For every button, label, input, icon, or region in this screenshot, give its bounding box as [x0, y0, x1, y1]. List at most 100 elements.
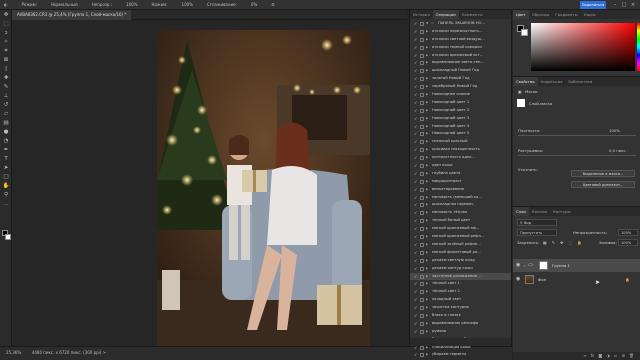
checkmark-icon[interactable]: ✓	[414, 148, 418, 152]
dialog-toggle-icon[interactable]	[420, 22, 424, 26]
chevron-right-icon[interactable]: ▶	[426, 233, 428, 241]
action-item[interactable]: ✓ ▶ золотой Новый Год	[410, 75, 511, 83]
dialog-toggle-icon[interactable]	[420, 61, 424, 66]
dialog-toggle-icon[interactable]	[420, 195, 424, 200]
action-item[interactable]: ✓ ▶ отключи темной коморки	[410, 44, 511, 52]
action-item[interactable]: ✓ ▶ Новогодний цвет 4	[410, 123, 511, 131]
action-item[interactable]: ✓ ▶ мягкий оранжевый рефл...	[410, 233, 511, 241]
checkmark-icon[interactable]: ✓	[414, 250, 418, 255]
blend-mode-select[interactable]: Пропустить	[517, 229, 557, 236]
action-item[interactable]: ✓ ▶ выравнивание рельефа	[410, 320, 511, 328]
hand-icon[interactable]: ✋	[2, 183, 10, 190]
dialog-toggle-icon[interactable]	[420, 45, 424, 50]
chevron-right-icon[interactable]: ▶	[426, 59, 428, 67]
action-item[interactable]: ✓ ▶ Новогодний цвет 3	[410, 115, 511, 123]
action-item[interactable]: ✓ ▶ матовость (меньший ко...	[410, 194, 511, 202]
dialog-toggle-icon[interactable]	[420, 329, 424, 334]
dialog-toggle-icon[interactable]	[420, 227, 424, 232]
checkmark-icon[interactable]: ✓	[414, 69, 418, 73]
eyedropper-icon[interactable]: ǀ	[2, 66, 10, 73]
checkmark-icon[interactable]: ✓	[414, 235, 418, 239]
chevron-right-icon[interactable]: ▶	[426, 217, 428, 225]
marquee-icon[interactable]: ⬚	[2, 21, 10, 28]
eraser-icon[interactable]: ▱	[2, 111, 10, 118]
document-photo[interactable]	[157, 30, 370, 346]
checkmark-icon[interactable]: ✓	[414, 274, 418, 279]
density-value[interactable]: 100%	[609, 128, 620, 133]
dialog-toggle-icon[interactable]	[420, 274, 424, 279]
action-item[interactable]: ✓ ▶ Новогоднее сияние	[410, 91, 511, 99]
action-folder[interactable]: ✓ ▼ ▭ ПАНЕЛЬ ЭКШЕНОВ НО...	[410, 20, 511, 28]
more-tools-icon[interactable]: …	[2, 201, 10, 208]
bg-color-chip[interactable]	[521, 29, 528, 36]
chevron-right-icon[interactable]: ▶	[426, 280, 428, 288]
dialog-toggle-icon[interactable]	[420, 345, 424, 350]
tab-properties[interactable]: Свойства	[513, 77, 538, 86]
checkmark-icon[interactable]: ✓	[414, 100, 418, 105]
tab-actions[interactable]: Операции	[432, 10, 459, 19]
chevron-right-icon[interactable]: ▶	[426, 52, 428, 60]
checkmark-icon[interactable]: ✓	[414, 290, 418, 294]
dialog-toggle-icon[interactable]	[420, 282, 424, 287]
move-icon[interactable]: ✥	[2, 12, 10, 19]
new-group-icon[interactable]: ▭	[614, 352, 618, 360]
add-mask-icon[interactable]: ◙	[598, 352, 602, 360]
chevron-right-icon[interactable]: ▶	[426, 178, 428, 186]
layer-filter-select[interactable]: ⚲ Вид	[517, 219, 557, 226]
chevron-right-icon[interactable]: ▶	[426, 130, 428, 138]
chevron-right-icon[interactable]: ▶	[426, 123, 428, 131]
chevron-right-icon[interactable]: ▶	[426, 91, 428, 99]
chevron-right-icon[interactable]: ▶	[426, 83, 428, 91]
chevron-right-icon[interactable]: ▶	[426, 249, 428, 257]
chevron-right-icon[interactable]: ▶	[426, 146, 428, 154]
dialog-toggle-icon[interactable]	[420, 37, 424, 42]
checkmark-icon[interactable]: ✓	[414, 195, 418, 200]
checkmark-icon[interactable]: ✓	[414, 29, 418, 34]
chevron-right-icon[interactable]: ▶	[426, 36, 428, 44]
dialog-toggle-icon[interactable]	[420, 171, 424, 176]
trash-icon[interactable]: 🗑	[629, 352, 634, 360]
action-item[interactable]: ✓ ▶ мягкий оранжевый эф...	[410, 225, 511, 233]
checkmark-icon[interactable]: ✓	[414, 219, 418, 223]
fill-input[interactable]: 100%	[618, 239, 638, 246]
dialog-toggle-icon[interactable]	[420, 235, 424, 240]
checkmark-icon[interactable]: ✓	[414, 116, 418, 121]
dialog-toggle-icon[interactable]	[420, 179, 424, 184]
dialog-toggle-icon[interactable]	[420, 140, 424, 145]
tab-adjustments[interactable]: Коррекция	[538, 77, 566, 86]
chevron-right-icon[interactable]: ▶	[426, 99, 428, 107]
layer-name[interactable]: Фон	[538, 273, 546, 286]
action-item[interactable]: ✓ ▶ частотное разложение ...	[410, 272, 511, 281]
chevron-right-icon[interactable]: ▶	[426, 115, 428, 123]
gear-icon[interactable]: ⚙	[271, 2, 275, 7]
checkmark-icon[interactable]: ✓	[414, 353, 418, 357]
type-icon[interactable]: T	[2, 156, 10, 163]
action-item[interactable]: ✓ ▶ красивая насыщенность	[410, 146, 511, 154]
tab-comments[interactable]: Комменты	[459, 10, 486, 19]
tab-layers[interactable]: Слои	[513, 207, 529, 216]
tab-history[interactable]: История	[410, 10, 433, 19]
chevron-right-icon[interactable]: ▶	[426, 67, 428, 75]
lasso-icon[interactable]: ↄ	[2, 30, 10, 37]
dialog-toggle-icon[interactable]	[420, 313, 424, 318]
checkmark-icon[interactable]: ✓	[414, 345, 418, 350]
dialog-toggle-icon[interactable]	[420, 250, 424, 255]
dialog-toggle-icon[interactable]	[420, 290, 424, 295]
brush-preset-icon[interactable]: ◐	[4, 2, 8, 7]
chevron-right-icon[interactable]: ▶	[426, 194, 428, 202]
chevron-right-icon[interactable]: ▶	[426, 154, 428, 162]
action-item[interactable]: ✓ ▶ микроконтраст	[410, 178, 511, 186]
chevron-right-icon[interactable]: ▶	[426, 320, 428, 328]
action-item[interactable]: ✓ ▶ серебряный Новый Год	[410, 83, 511, 91]
lock-icons[interactable]: ▦ ✎ ✥ ⬚ 🔒	[543, 240, 584, 245]
dialog-toggle-icon[interactable]	[420, 321, 424, 326]
dialog-toggle-icon[interactable]	[420, 353, 424, 358]
tab-swatches[interactable]: Образцы	[529, 10, 553, 19]
checkmark-icon[interactable]: ✓	[414, 37, 418, 42]
chevron-right-icon[interactable]: ▶	[426, 186, 428, 194]
action-item[interactable]: ✓ ▶ снежный красный	[410, 138, 511, 146]
dialog-toggle-icon[interactable]	[420, 148, 424, 153]
document-info[interactable]: 4480 пикс. x 6720 пикс. (300 ppi) >	[32, 350, 106, 355]
layer-opacity-input[interactable]: 100%	[618, 229, 638, 236]
path-select-icon[interactable]: ➤	[2, 165, 10, 172]
